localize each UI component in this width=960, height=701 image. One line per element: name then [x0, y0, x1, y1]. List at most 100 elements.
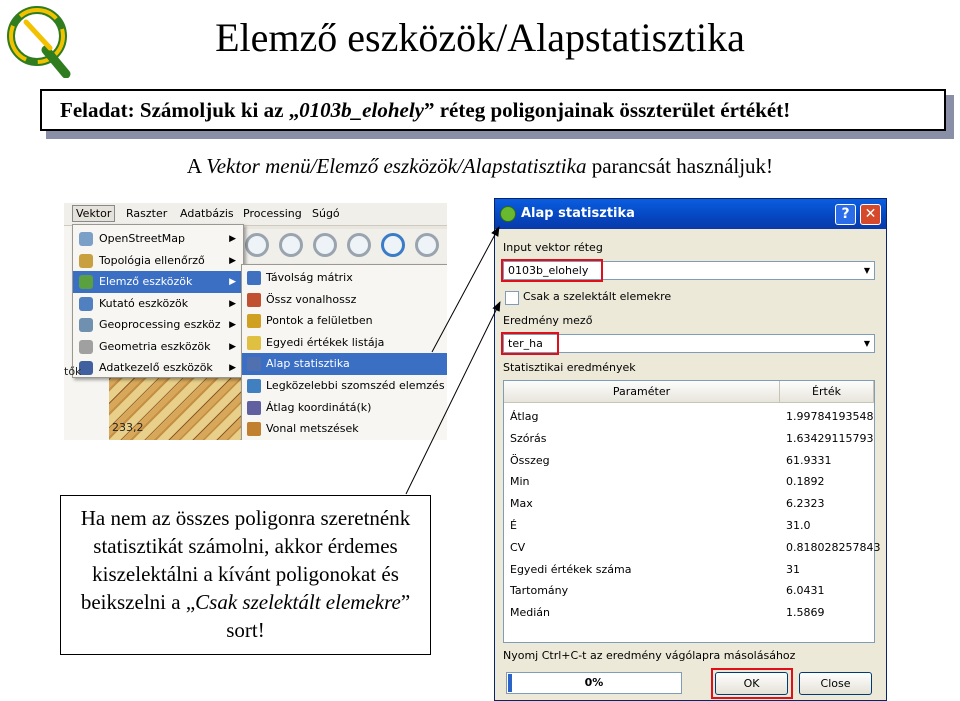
close-icon[interactable]: ✕	[860, 204, 881, 225]
submenu-arrow-icon: ▶	[229, 234, 236, 244]
points-in-polygon-icon	[247, 314, 261, 329]
analysis-submenu: Távolság mátrix Össz vonalhossz Pontok a f…	[241, 264, 447, 440]
analysis-submenu-item[interactable]: Pontok a felületben	[242, 310, 447, 332]
input-layer-highlight	[501, 259, 603, 282]
table-row[interactable]: Max 6.2323	[504, 493, 874, 515]
analysis-submenu-item[interactable]: Vonal metszések	[242, 418, 447, 440]
vector-menu-item[interactable]: Topológia ellenőrző ▶	[73, 250, 243, 272]
vector-menu-item[interactable]: Geometria eszközök ▶	[73, 336, 243, 358]
zoom-out-icon[interactable]	[279, 233, 303, 257]
result-field-highlight	[501, 332, 559, 355]
table-row[interactable]: CV 0.818028257843	[504, 537, 880, 559]
table-row[interactable]: Medián 1.5869	[504, 602, 874, 624]
menu-sugo[interactable]: Súgó	[312, 207, 340, 220]
task-box: Feladat: Számoljuk ki az „0103b_elohely”…	[40, 89, 946, 131]
menu-item-label: Össz vonalhossz	[266, 292, 357, 306]
input-layer-label: Input vektor réteg	[503, 241, 603, 254]
research-icon	[79, 296, 93, 311]
menu-item-label: Geoprocessing eszköz	[99, 318, 221, 331]
basic-stats-dialog: Alap statisztika ? ✕ Input vektor réteg …	[494, 198, 887, 701]
distance-matrix-icon	[247, 271, 261, 285]
column-header-parameter[interactable]: Paraméter	[504, 381, 780, 403]
vector-menu-item[interactable]: Elemző eszközök ▶	[73, 271, 243, 293]
submenu-arrow-icon: ▶	[229, 341, 236, 352]
menu-adatbazis[interactable]: Adatbázis	[180, 207, 234, 220]
menu-item-label: Elemző eszközök	[99, 275, 193, 288]
instruction-prefix: A	[186, 154, 207, 178]
callout-quote-open: „	[185, 590, 196, 614]
table-row[interactable]: Szórás 1.63429115793	[504, 428, 874, 450]
zoom-last-icon[interactable]	[347, 233, 371, 257]
menu-vektor[interactable]: Vektor	[72, 205, 116, 222]
vector-menu-item[interactable]: Adatkezelő eszközök ▶	[73, 357, 243, 379]
vector-menu-item[interactable]: Kutató eszközök ▶	[73, 293, 243, 315]
chevron-down-icon: ▼	[863, 266, 870, 275]
side-fragment: tők	[64, 365, 82, 378]
table-row[interactable]: Átlag 1.99784193548	[504, 406, 874, 428]
refresh-icon[interactable]	[381, 233, 405, 257]
value-cell: 6.0431	[786, 584, 825, 598]
table-row[interactable]: Összeg 61.9331	[504, 450, 874, 472]
parameter-cell: Medián	[510, 606, 551, 620]
instruction-text: A Vektor menü/Elemző eszközök/Alapstatis…	[0, 154, 960, 179]
selected-only-label: Csak a szelektált elemekre	[523, 290, 672, 303]
vector-menu: OpenStreetMap ▶ Topológia ellenőrző ▶ Elemző…	[72, 224, 244, 378]
value-cell: 6.2323	[786, 497, 825, 511]
pan-icon[interactable]	[415, 233, 439, 257]
column-header-value[interactable]: Érték	[780, 381, 874, 403]
line-length-icon	[247, 292, 261, 307]
zoom-in-icon[interactable]	[245, 233, 269, 257]
menu-item-label: OpenStreetMap	[99, 232, 186, 245]
parameter-cell: Max	[510, 497, 533, 511]
progress-bar: 0%	[506, 672, 682, 694]
menu-item-label: Átlag koordinátá(k)	[266, 400, 372, 414]
analysis-submenu-item[interactable]: Legközelebbi szomszéd elemzés	[242, 375, 447, 397]
value-cell: 0.1892	[786, 475, 825, 489]
basic-stats-icon	[247, 357, 261, 372]
selected-only-checkbox[interactable]	[505, 291, 519, 305]
analysis-submenu-item[interactable]: Egyedi értékek listája	[242, 332, 447, 354]
callout-quoted: Csak szelektált elemekre	[195, 590, 401, 614]
parameter-cell: Átlag	[510, 410, 539, 423]
analysis-submenu-item[interactable]: Alap statisztika	[242, 353, 447, 376]
table-row[interactable]: Egyedi értékek száma 31	[504, 559, 874, 581]
analysis-submenu-item[interactable]: Távolság mátrix	[242, 267, 447, 289]
nearest-neighbour-icon	[247, 379, 261, 393]
zoom-layer-icon[interactable]	[313, 233, 337, 257]
results-label: Statisztikai eredmények	[503, 361, 636, 374]
table-row[interactable]: Min 0.1892	[504, 471, 874, 493]
map-label: 233,2	[112, 421, 144, 434]
task-suffix: ” réteg poligonjainak összterület értéké…	[423, 98, 791, 122]
menu-processing[interactable]: Processing	[243, 207, 302, 220]
menu-item-label: Egyedi értékek listája	[266, 335, 385, 349]
submenu-arrow-icon: ▶	[229, 255, 236, 266]
close-button[interactable]: Close	[799, 672, 872, 695]
result-field-label: Eredmény mező	[503, 314, 593, 327]
table-row[interactable]: Tartomány 6.0431	[504, 580, 874, 602]
analysis-submenu-item[interactable]: Átlag koordinátá(k)	[242, 397, 447, 419]
value-cell: 1.63429115793	[786, 431, 874, 445]
analysis-icon	[79, 275, 93, 289]
menu-item-label: Geometria eszközök	[99, 339, 211, 353]
geoprocessing-icon	[79, 318, 93, 332]
topology-icon	[79, 253, 93, 268]
vector-menu-item[interactable]: OpenStreetMap ▶	[73, 228, 243, 250]
value-cell: 31	[786, 562, 800, 576]
analysis-submenu-item[interactable]: Össz vonalhossz	[242, 289, 447, 311]
parameter-cell: CV	[510, 540, 526, 554]
parameter-cell: Szórás	[510, 431, 547, 445]
line-intersections-icon	[247, 422, 261, 437]
menu-item-label: Alap statisztika	[266, 357, 350, 371]
task-layer: 0103b_elohely	[299, 98, 424, 122]
help-button[interactable]: ?	[835, 204, 856, 225]
menu-item-label: Vonal metszések	[266, 422, 359, 436]
submenu-arrow-icon: ▶	[229, 320, 236, 330]
table-row[interactable]: É 31.0	[504, 515, 874, 537]
dialog-titlebar: Alap statisztika ? ✕	[495, 199, 886, 229]
menubar: Vektor Raszter Adatbázis Processing Súgó	[64, 203, 447, 226]
menu-item-label: Kutató eszközök	[99, 296, 189, 310]
unique-values-icon	[247, 335, 261, 350]
instruction-suffix: parancsát használjuk!	[586, 154, 774, 178]
vector-menu-item[interactable]: Geoprocessing eszköz ▶	[73, 314, 243, 336]
menu-raszter[interactable]: Raszter	[126, 207, 167, 220]
